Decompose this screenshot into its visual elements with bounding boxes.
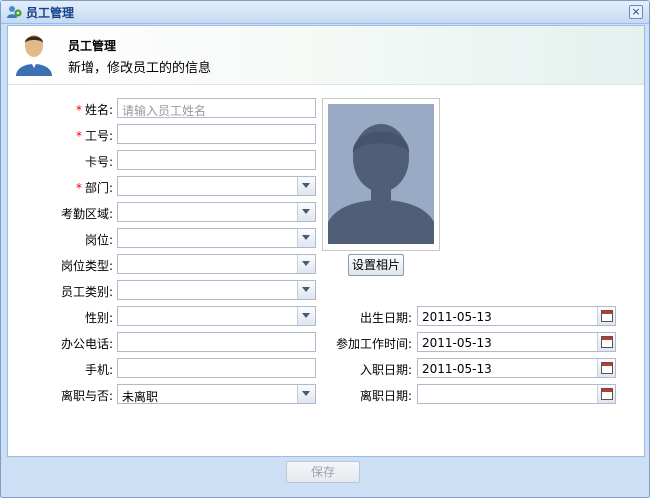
chevron-down-icon[interactable] [297, 385, 315, 403]
join-date-label: 入职日期: [359, 363, 412, 377]
title-bar[interactable]: 员工管理 × [1, 1, 649, 24]
user-avatar-icon [16, 35, 52, 76]
header-title: 员工管理 [68, 39, 117, 53]
work-date-label: 参加工作时间: [335, 337, 412, 351]
post-type-select[interactable] [117, 254, 316, 274]
required-mark: * [75, 181, 82, 195]
dialog-window: 员工管理 × 员工管理 新增，修改员工的的信息 * 姓名: * 工号: 卡号: * 部… [0, 0, 650, 498]
resigned-label: 离职与否: [60, 389, 113, 403]
required-mark: * [75, 129, 82, 143]
area-label: 考勤区域: [60, 207, 113, 221]
leave-date-label: 离职日期: [359, 389, 412, 403]
area-select[interactable] [117, 202, 316, 222]
chevron-down-icon[interactable] [297, 307, 315, 325]
dept-label: * 部门: [75, 181, 113, 195]
emp-type-select[interactable] [117, 280, 316, 300]
mobile-label: 手机: [84, 363, 113, 377]
name-input[interactable]: 请输入员工姓名 [117, 98, 316, 118]
post-type-label: 岗位类型: [60, 259, 113, 273]
photo-frame [322, 98, 440, 251]
chevron-down-icon[interactable] [297, 281, 315, 299]
office-phone-input[interactable] [117, 332, 316, 352]
set-photo-button[interactable]: 设置相片 [348, 254, 404, 276]
leave-date-field[interactable] [417, 384, 616, 404]
chevron-down-icon[interactable] [297, 229, 315, 247]
users-gear-icon [7, 6, 22, 18]
gender-select[interactable] [117, 306, 316, 326]
header-subtitle: 新增，修改员工的的信息 [68, 61, 212, 76]
chevron-down-icon[interactable] [297, 177, 315, 195]
header-banner: 员工管理 新增，修改员工的的信息 [8, 26, 644, 85]
office-phone-label: 办公电话: [60, 337, 113, 351]
card-no-label: 卡号: [84, 155, 113, 169]
close-button[interactable]: × [629, 5, 643, 19]
gender-label: 性别: [84, 311, 113, 325]
calendar-icon[interactable] [597, 333, 615, 351]
chevron-down-icon[interactable] [297, 203, 315, 221]
work-date-field[interactable]: 2011-05-13 [417, 332, 616, 352]
calendar-icon[interactable] [597, 359, 615, 377]
join-date-field[interactable]: 2011-05-13 [417, 358, 616, 378]
chevron-down-icon[interactable] [297, 255, 315, 273]
emp-no-input[interactable] [117, 124, 316, 144]
emp-type-label: 员工类别: [60, 285, 113, 299]
calendar-icon[interactable] [597, 307, 615, 325]
dialog-footer: 保存 [7, 456, 643, 492]
mobile-input[interactable] [117, 358, 316, 378]
birth-date-label: 出生日期: [359, 311, 412, 325]
birth-date-field[interactable]: 2011-05-13 [417, 306, 616, 326]
window-title: 员工管理 [26, 6, 75, 20]
card-no-input[interactable] [117, 150, 316, 170]
close-icon: × [631, 5, 641, 18]
name-label: * 姓名: [75, 103, 113, 117]
required-mark: * [75, 103, 82, 117]
dept-select[interactable] [117, 176, 316, 196]
resigned-select[interactable]: 未离职 [117, 384, 316, 404]
post-label: 岗位: [84, 233, 113, 247]
post-select[interactable] [117, 228, 316, 248]
emp-no-label: * 工号: [75, 129, 113, 143]
calendar-icon[interactable] [597, 385, 615, 403]
save-button[interactable]: 保存 [286, 461, 360, 483]
person-silhouette-icon [328, 104, 434, 244]
